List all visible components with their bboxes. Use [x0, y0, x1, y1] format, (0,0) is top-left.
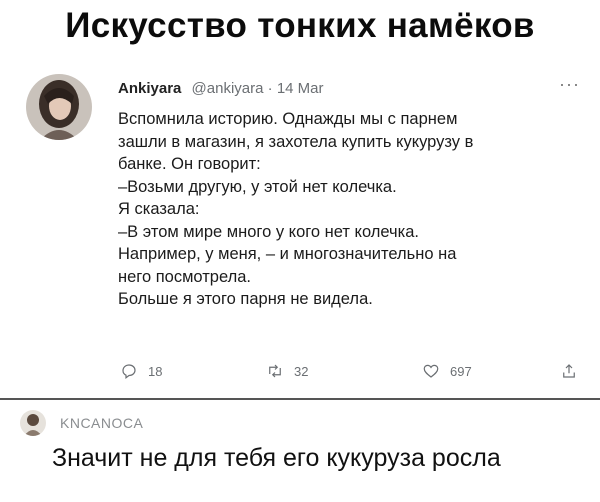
tweet-line: –Возьми другую, у этой нет колечка. [118, 177, 397, 196]
heart-icon [423, 364, 439, 378]
tweet-actions: 18 32 697 [120, 362, 580, 386]
comment-author-name[interactable]: KNCANOCA [60, 415, 143, 431]
tweet-line: банке. Он говорит: [118, 155, 261, 173]
retweet-icon [269, 364, 281, 378]
tweet-header: Ankiyara @ankiyara · 14 Mar [118, 80, 324, 97]
tweet-date[interactable]: 14 Mar [277, 80, 324, 97]
reply-count: 18 [148, 363, 163, 379]
tweet-line: Вспомнила историю. Однажды мы с парнем [118, 110, 458, 128]
tweet-line: Больше я этого парня не видела. [118, 290, 373, 308]
retweet-count: 32 [294, 363, 309, 379]
avatar[interactable] [26, 74, 92, 140]
comment-author: KNCANOCA [20, 410, 143, 436]
separator: · [267, 80, 273, 97]
tweet-line: зашли в магазин, я захотела купить кукур… [118, 132, 474, 151]
share-button[interactable] [560, 362, 578, 380]
author-name[interactable]: Ankiyara [118, 80, 181, 97]
comment-text: Значит не для тебя его кукуруза росла [52, 444, 501, 472]
like-button[interactable]: 697 [422, 362, 472, 380]
like-count: 697 [450, 363, 472, 379]
more-horizontal-icon[interactable]: ··· [559, 74, 580, 95]
meme-title: Искусство тонких намёков [65, 6, 535, 45]
tweet-line: Например, у меня, – и многозначительно н… [118, 245, 457, 263]
author-handle[interactable]: @ankiyara [192, 80, 264, 97]
reply-icon [122, 364, 136, 379]
tweet-line: Я сказала: [118, 200, 200, 218]
comment-avatar[interactable] [20, 410, 46, 436]
tweet-line: –В этом мире много у кого нет колечка. [118, 222, 419, 241]
share-icon [563, 364, 575, 378]
retweet-button[interactable]: 32 [266, 362, 308, 380]
tweet-line: него посмотрела. [118, 267, 251, 286]
divider [0, 398, 600, 400]
reply-button[interactable]: 18 [120, 362, 162, 380]
tweet-text: Вспомнила историю. Однажды мы с парнем з… [118, 108, 578, 311]
